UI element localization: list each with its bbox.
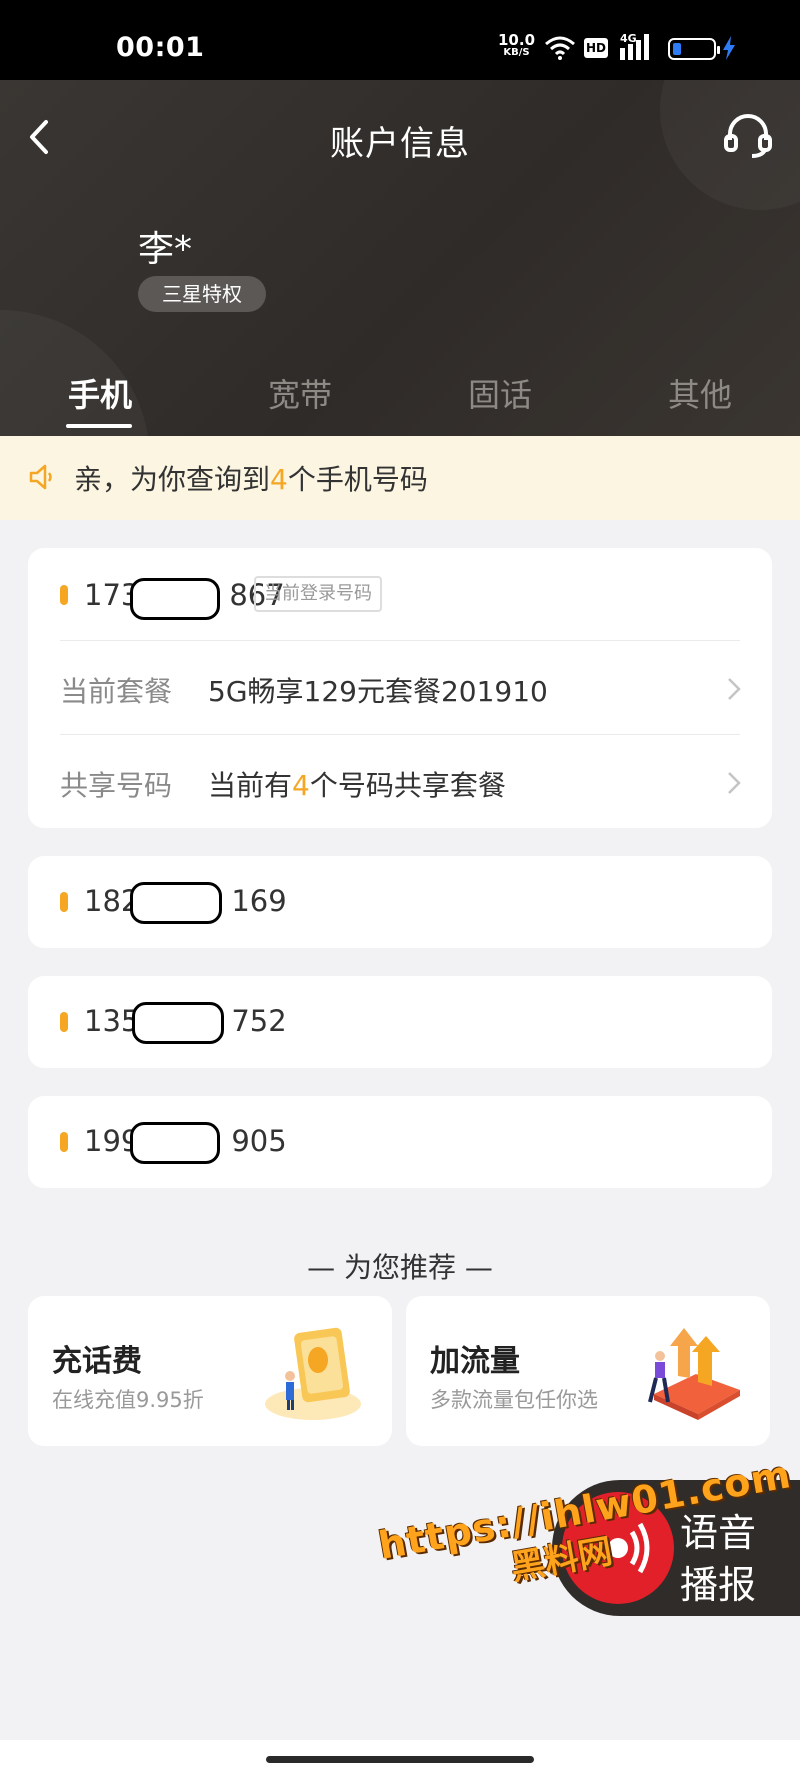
data-package-card[interactable]: 加流量 多款流量包任你选 — [406, 1296, 770, 1446]
tab-other[interactable]: 其他 — [640, 370, 760, 416]
plan-label: 当前套餐 — [60, 675, 173, 708]
recharge-illustration-icon — [265, 1327, 361, 1420]
tab-bar: 手机 宽带 固话 其他 — [0, 370, 800, 420]
data-package-subtitle: 多款流量包任你选 — [430, 1388, 598, 1412]
data-package-title: 加流量 — [430, 1344, 520, 1379]
status-time: 00:01 — [116, 32, 205, 63]
redaction-mask — [130, 1122, 220, 1164]
tab-landline[interactable]: 固话 — [440, 370, 560, 416]
data-package-illustration-icon — [648, 1328, 740, 1420]
plan-value: 5G畅享129元套餐201910 — [208, 675, 548, 708]
notice-suffix: 个手机号码 — [287, 463, 428, 496]
tab-broadband[interactable]: 宽带 — [240, 370, 360, 416]
number-marker — [60, 892, 68, 912]
recharge-subtitle: 在线充值9.95折 — [52, 1388, 204, 1412]
hd-icon: HD — [584, 38, 608, 58]
phone-card[interactable]: 182 169 — [28, 856, 772, 948]
shared-label: 共享号码 — [60, 769, 173, 802]
battery-icon — [668, 38, 720, 60]
redaction-mask — [132, 1002, 224, 1044]
number-marker — [60, 585, 68, 605]
signal-icon: 4G — [620, 32, 660, 64]
chevron-right-icon — [728, 772, 741, 794]
active-tab-indicator — [66, 424, 132, 428]
shared-numbers-row[interactable]: 共享号码 当前有4个号码共享套餐 — [28, 742, 772, 822]
speaker-icon — [29, 464, 52, 490]
recharge-title: 充话费 — [52, 1344, 142, 1379]
page-title: 账户信息 — [330, 124, 470, 164]
recommend-title: — 为您推荐 — — [307, 1251, 493, 1284]
network-speed-unit: KB/S — [503, 47, 530, 58]
network-speed: 10.0 KB/S — [498, 33, 535, 59]
redaction-mask — [130, 578, 220, 620]
divider — [60, 734, 740, 735]
current-login-tag: 当前登录号码 — [254, 576, 382, 612]
member-badge: 三星特权 — [138, 276, 266, 312]
customer-service-button[interactable] — [722, 110, 774, 162]
recharge-card[interactable]: 充话费 在线充值9.95折 — [28, 1296, 392, 1446]
wifi-icon — [545, 36, 575, 60]
voice-label-line2: 播报 — [680, 1563, 757, 1607]
notice-count: 4 — [270, 463, 288, 496]
headset-icon — [724, 114, 772, 158]
status-bar: 00:01 10.0 KB/S HD 4G — [0, 0, 800, 80]
charging-icon — [723, 36, 735, 60]
number-marker — [60, 1132, 68, 1152]
phone-card[interactable]: 199 905 — [28, 1096, 772, 1188]
redaction-mask — [130, 882, 222, 924]
user-name: 李* — [138, 229, 193, 270]
notice-text: 亲，为你查询到4个手机号码 — [74, 458, 428, 498]
notice-bar: 亲，为你查询到4个手机号码 — [0, 436, 800, 520]
phone-card[interactable]: 135 752 — [28, 976, 772, 1068]
divider — [60, 640, 740, 641]
account-header: 账户信息 李* 三星特权 手机 宽带 固话 其他 — [0, 80, 800, 436]
phone-card-primary: 173 867 当前套餐 5G畅享129元套餐201910 共享号码 当前有4个号… — [28, 548, 772, 828]
notice-prefix: 亲，为你查询到 — [74, 463, 271, 496]
chevron-right-icon — [728, 678, 741, 700]
network-type: 4G — [620, 32, 637, 45]
current-plan-row[interactable]: 当前套餐 5G畅享129元套餐201910 — [28, 648, 772, 728]
tab-mobile[interactable]: 手机 — [40, 370, 160, 416]
shared-value: 当前有4个号码共享套餐 — [208, 769, 506, 802]
home-indicator[interactable] — [266, 1756, 534, 1763]
number-marker — [60, 1012, 68, 1032]
